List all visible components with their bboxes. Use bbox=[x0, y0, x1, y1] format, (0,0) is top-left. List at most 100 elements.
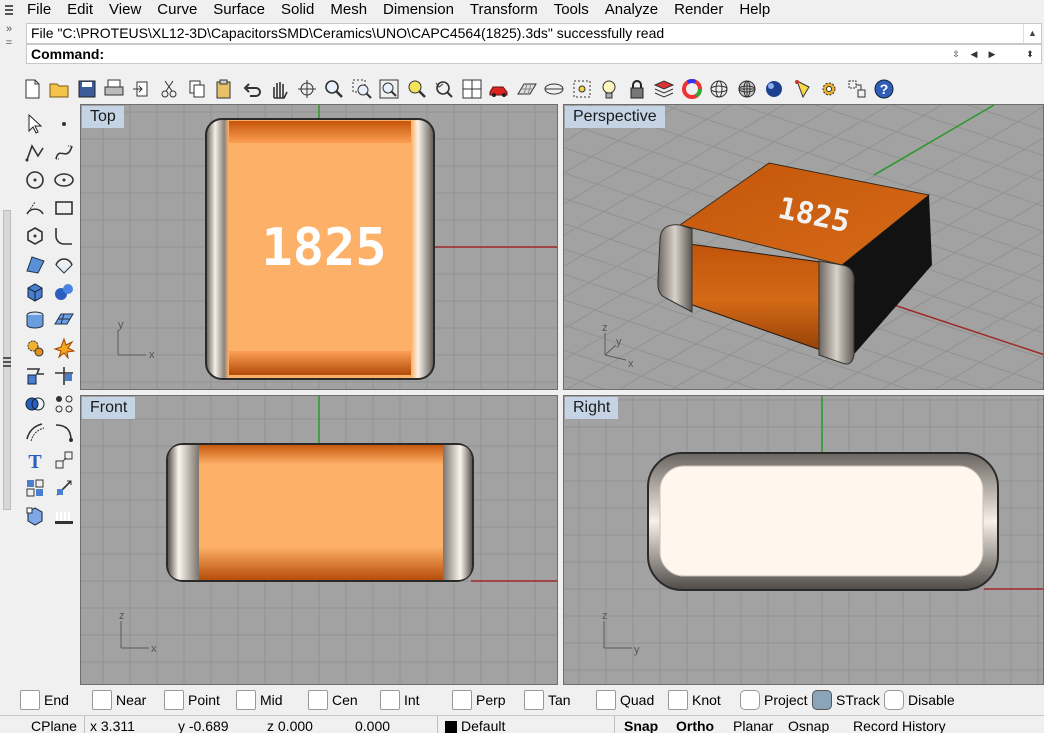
viewport-front-canvas[interactable]: z x bbox=[81, 396, 558, 685]
grid-plane-icon[interactable] bbox=[513, 76, 541, 102]
color-wheel-icon[interactable] bbox=[678, 76, 706, 102]
osnap-int[interactable]: Int bbox=[380, 689, 452, 711]
osnap-strack[interactable]: STrack bbox=[812, 689, 884, 711]
text-icon[interactable]: T bbox=[20, 446, 49, 474]
menu-view[interactable]: View bbox=[101, 1, 149, 19]
left-grip-icon[interactable] bbox=[3, 355, 13, 369]
explode-icon[interactable] bbox=[49, 334, 78, 362]
fillet-icon[interactable] bbox=[49, 418, 78, 446]
osnap-project[interactable]: Project bbox=[740, 689, 812, 711]
point-snap-icon[interactable] bbox=[568, 76, 596, 102]
viewport-top[interactable]: 1825 y x Top bbox=[80, 104, 558, 390]
viewport-perspective[interactable]: 1825 z y x Perspective bbox=[563, 104, 1044, 390]
spotlight-icon[interactable] bbox=[788, 76, 816, 102]
menu-surface[interactable]: Surface bbox=[205, 1, 273, 19]
boolean-icon[interactable] bbox=[20, 390, 49, 418]
menu-curve[interactable]: Curve bbox=[149, 1, 205, 19]
new-document-icon[interactable] bbox=[18, 76, 46, 102]
scroll-right-icon[interactable]: ▶ bbox=[983, 46, 1001, 62]
scroll-left-icon[interactable]: ◀ bbox=[965, 46, 983, 62]
viewport-top-canvas[interactable]: 1825 y x bbox=[81, 105, 558, 390]
osnap-near-checkbox[interactable] bbox=[92, 690, 112, 710]
zoom-selected-icon[interactable] bbox=[403, 76, 431, 102]
viewport-front[interactable]: z x Front bbox=[80, 395, 558, 685]
sphere-mesh-icon[interactable] bbox=[733, 76, 761, 102]
block-icon[interactable] bbox=[20, 502, 49, 530]
curve-icon[interactable] bbox=[49, 138, 78, 166]
box-solid-icon[interactable] bbox=[20, 278, 49, 306]
status-planar-toggle[interactable]: Planar bbox=[733, 716, 773, 733]
surface-corner-icon[interactable] bbox=[20, 250, 49, 278]
menu-help[interactable]: Help bbox=[731, 1, 778, 19]
osnap-near[interactable]: Near bbox=[92, 689, 164, 711]
copy-icon[interactable] bbox=[183, 76, 211, 102]
menu-dimension[interactable]: Dimension bbox=[375, 1, 462, 19]
osnap-cen-checkbox[interactable] bbox=[308, 690, 328, 710]
import-icon[interactable] bbox=[128, 76, 156, 102]
menu-tools[interactable]: Tools bbox=[546, 1, 597, 19]
surface-patch-icon[interactable] bbox=[49, 250, 78, 278]
status-osnap-toggle[interactable]: Osnap bbox=[788, 716, 829, 733]
layout-icon[interactable] bbox=[49, 502, 78, 530]
light-bulb-icon[interactable] bbox=[596, 76, 624, 102]
menu-transform[interactable]: Transform bbox=[462, 1, 546, 19]
print-icon[interactable] bbox=[101, 76, 129, 102]
rotate-view-icon[interactable] bbox=[293, 76, 321, 102]
history-scroll-icon[interactable]: ▲ bbox=[1023, 24, 1041, 43]
spheres-icon[interactable] bbox=[49, 278, 78, 306]
capacitor-front-body[interactable] bbox=[166, 443, 474, 582]
dimension-icon[interactable] bbox=[49, 474, 78, 502]
arc-icon[interactable] bbox=[20, 194, 49, 222]
status-cplane[interactable]: CPlane bbox=[31, 716, 77, 733]
menu-analyze[interactable]: Analyze bbox=[597, 1, 666, 19]
circle-icon[interactable] bbox=[20, 166, 49, 194]
car-shade-icon[interactable] bbox=[486, 76, 514, 102]
osnap-project-checkbox[interactable] bbox=[740, 690, 760, 710]
history-spin-icon[interactable]: ⇳ bbox=[947, 46, 965, 62]
layer-icon[interactable] bbox=[651, 76, 679, 102]
menu-file[interactable]: File bbox=[18, 1, 59, 19]
mesh-surface-icon[interactable] bbox=[49, 306, 78, 334]
osnap-strack-checkbox[interactable] bbox=[812, 690, 832, 710]
status-record-history-toggle[interactable]: Record History bbox=[853, 716, 946, 733]
four-viewports-icon[interactable] bbox=[458, 76, 486, 102]
viewport-front-label[interactable]: Front bbox=[82, 397, 136, 419]
rectangle-icon[interactable] bbox=[49, 194, 78, 222]
viewport-right-canvas[interactable]: z y bbox=[564, 396, 1044, 685]
command-dropdown-icon[interactable]: ⬍ bbox=[1021, 46, 1039, 62]
options-gear-icon[interactable] bbox=[816, 76, 844, 102]
polygon-icon[interactable] bbox=[20, 222, 49, 250]
command-grip-icon[interactable]: » = bbox=[0, 22, 18, 62]
offset-icon[interactable] bbox=[20, 418, 49, 446]
osnap-quad[interactable]: Quad bbox=[596, 689, 668, 711]
osnap-disable[interactable]: Disable bbox=[884, 689, 964, 711]
group-icon[interactable] bbox=[20, 474, 49, 502]
osnap-disable-checkbox[interactable] bbox=[884, 690, 904, 710]
paste-icon[interactable] bbox=[211, 76, 239, 102]
osnap-mid[interactable]: Mid bbox=[236, 689, 308, 711]
status-layer[interactable]: Default bbox=[461, 716, 505, 733]
menu-grip-icon[interactable] bbox=[0, 0, 18, 20]
viewport-perspective-canvas[interactable]: 1825 z y x bbox=[564, 105, 1044, 390]
properties-icon[interactable] bbox=[843, 76, 871, 102]
osnap-point-checkbox[interactable] bbox=[164, 690, 184, 710]
osnap-knot-checkbox[interactable] bbox=[668, 690, 688, 710]
open-folder-icon[interactable] bbox=[46, 76, 74, 102]
osnap-end-checkbox[interactable] bbox=[20, 690, 40, 710]
undo-view-icon[interactable] bbox=[431, 76, 459, 102]
viewport-top-label[interactable]: Top bbox=[82, 106, 124, 128]
menu-edit[interactable]: Edit bbox=[59, 1, 101, 19]
left-toolbar-grip[interactable] bbox=[0, 210, 16, 510]
zoom-window-icon[interactable] bbox=[348, 76, 376, 102]
command-line[interactable]: Command: ⇳ ◀ ▶ ⬍ bbox=[26, 44, 1042, 64]
cylinder-icon[interactable] bbox=[20, 306, 49, 334]
osnap-tan[interactable]: Tan bbox=[524, 689, 596, 711]
cplane-icon[interactable] bbox=[541, 76, 569, 102]
viewport-perspective-label[interactable]: Perspective bbox=[565, 106, 665, 128]
zoom-extents-icon[interactable] bbox=[376, 76, 404, 102]
cut-icon[interactable] bbox=[156, 76, 184, 102]
undo-icon[interactable] bbox=[238, 76, 266, 102]
status-snap-toggle[interactable]: Snap bbox=[624, 716, 658, 733]
viewport-right[interactable]: z y Right bbox=[563, 395, 1044, 685]
zoom-icon[interactable] bbox=[321, 76, 349, 102]
